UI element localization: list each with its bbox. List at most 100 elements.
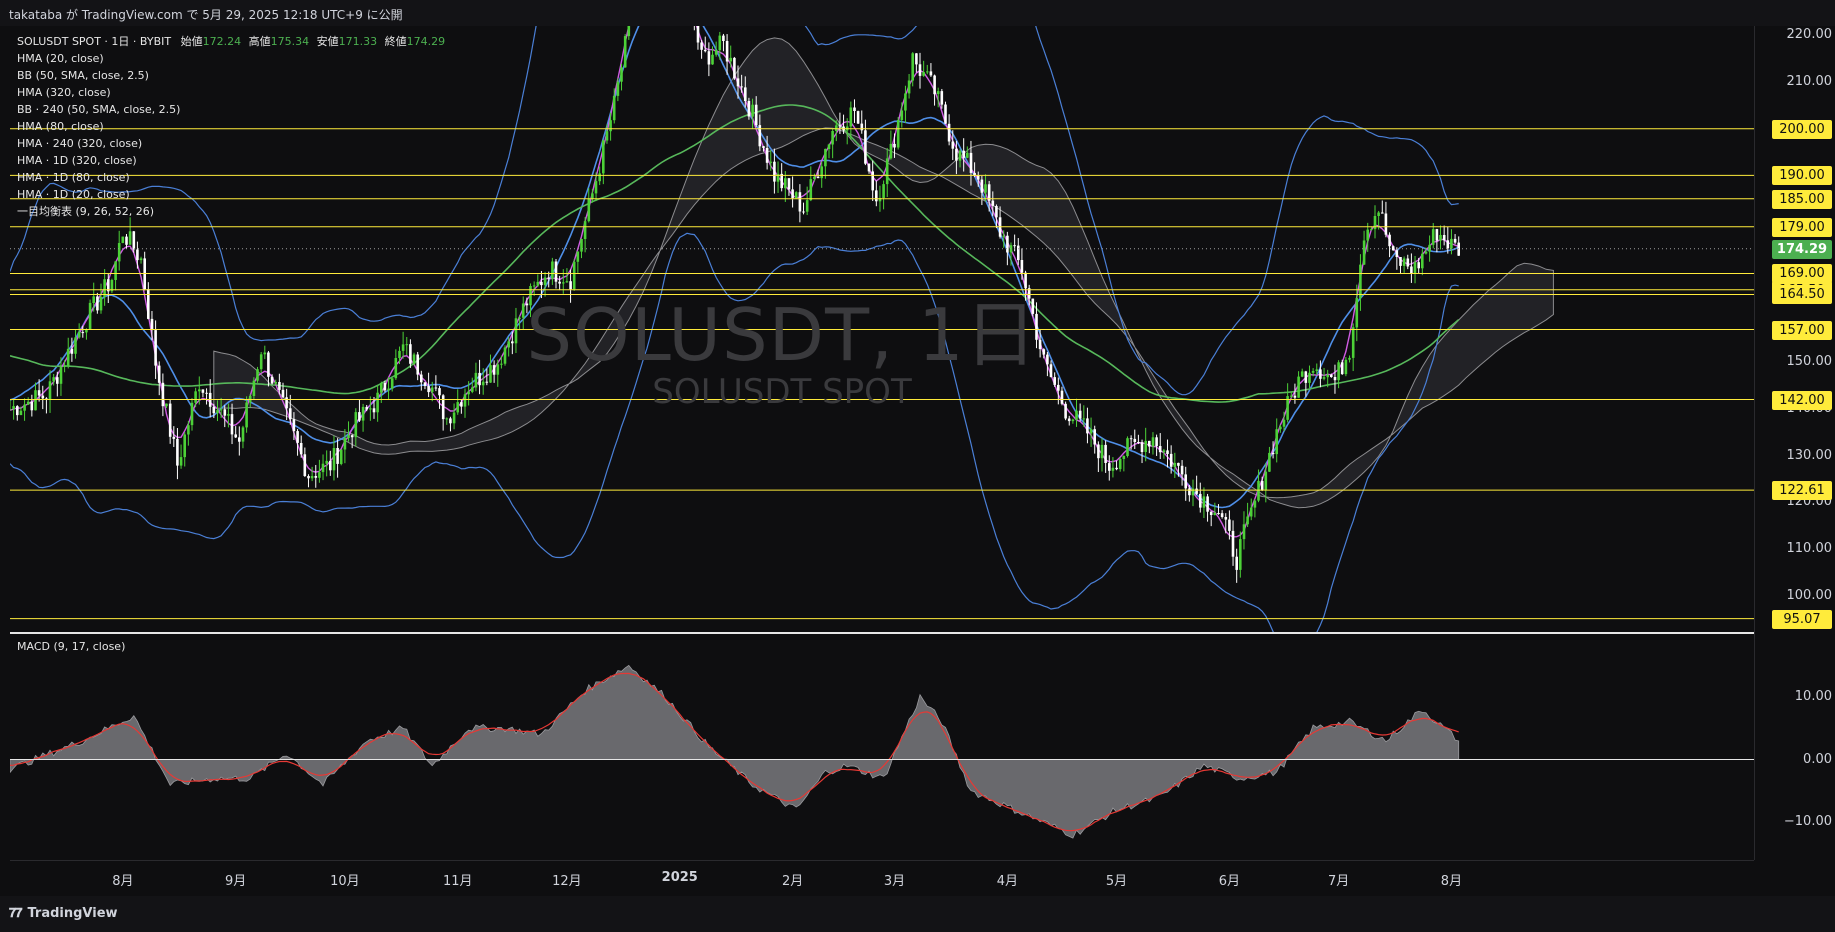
candle-body <box>918 64 922 76</box>
price-tick-label: 150.00 <box>1786 354 1833 370</box>
candle-body <box>591 193 594 199</box>
candle-body <box>1122 456 1126 459</box>
legend-symbol-row[interactable]: SOLUSDT SPOT · 1日 · BYBIT 始値172.24 高値175… <box>17 33 445 50</box>
candle-body <box>1228 519 1231 531</box>
candle-body <box>296 431 299 443</box>
candle-body <box>176 438 179 466</box>
legend-indicator-hma-1d-80[interactable]: HMA · 1D (80, close) <box>17 169 445 186</box>
legend-indicator-hma-1d-320[interactable]: HMA · 1D (320, close) <box>17 152 445 169</box>
brand-name: TradingView <box>27 906 118 921</box>
candle-body <box>1100 444 1104 459</box>
candle-body <box>325 460 328 464</box>
candle-body <box>310 476 314 479</box>
candle-body <box>187 425 190 435</box>
candle-body <box>940 91 944 105</box>
candle-body <box>714 50 718 55</box>
watermark-sub: SOLUSDT SPOT <box>652 372 912 412</box>
candle-body <box>813 176 816 179</box>
candle-body <box>926 71 929 73</box>
legend-indicator-hma80[interactable]: HMA (80, close) <box>17 118 445 135</box>
candle-body <box>602 140 605 174</box>
candle-body <box>452 412 456 424</box>
level-price-tag: 179.00 <box>1772 217 1832 237</box>
candle-body <box>733 57 736 79</box>
time-tick-label: 12月 <box>552 874 582 889</box>
chart-legend[interactable]: SOLUSDT SPOT · 1日 · BYBIT 始値172.24 高値175… <box>17 33 445 220</box>
candle-body <box>1239 539 1242 570</box>
candle-body <box>1417 262 1420 269</box>
candle-body <box>198 389 201 392</box>
macd-legend[interactable]: MACD (9, 17, close) <box>17 640 125 653</box>
candle-body <box>1257 480 1260 501</box>
candle-body <box>966 152 969 158</box>
candle-body <box>951 141 955 149</box>
candle-body <box>754 104 758 126</box>
legend-indicator-hma20[interactable]: HMA (20, close) <box>17 50 445 67</box>
time-tick-label: 10月 <box>330 874 360 889</box>
candle-body <box>1006 235 1009 253</box>
candle-body <box>1442 235 1446 241</box>
candle-body <box>354 412 358 438</box>
macd-signal-line <box>10 672 1459 832</box>
candle-body <box>769 161 773 163</box>
candle-body <box>751 104 754 117</box>
candle-body <box>1213 513 1217 515</box>
candle-body <box>190 402 194 426</box>
legend-indicator-hma-240-320[interactable]: HMA · 240 (320, close) <box>17 135 445 152</box>
candle-body <box>609 120 612 132</box>
price-axis[interactable]: 220.00210.00150.00140.00130.00120.00110.… <box>1754 26 1835 860</box>
candle-body <box>1242 524 1246 540</box>
candle-body <box>791 189 794 199</box>
candle-body <box>703 49 707 52</box>
level-price-tag: 157.00 <box>1772 320 1832 340</box>
legend-indicator-bb[interactable]: BB (50, SMA, close, 2.5) <box>17 67 445 84</box>
candle-body <box>1002 235 1005 237</box>
legend-indicator-bb-240[interactable]: BB · 240 (50, SMA, close, 2.5) <box>17 101 445 118</box>
candle-body <box>958 150 962 161</box>
tradingview-logo[interactable]: 𝟕𝟕 TradingView <box>9 906 118 921</box>
candle-body <box>1402 258 1406 266</box>
watermark-symbol: SOLUSDT, 1日 <box>526 293 1038 377</box>
candle-body <box>1137 442 1140 443</box>
candle-body <box>980 179 984 193</box>
candle-body <box>343 438 347 450</box>
candle-body <box>580 239 583 252</box>
candle-body <box>1115 467 1118 470</box>
candle-body <box>139 258 143 261</box>
publish-header: takataba が TradingView.com で 5月 29, 2025… <box>0 0 1835 26</box>
candle-body <box>128 231 132 245</box>
macd-canvas[interactable] <box>10 634 1754 860</box>
candle-body <box>10 409 12 411</box>
candle-body <box>37 390 41 396</box>
time-tick-label: 6月 <box>1218 874 1241 889</box>
candle-body <box>1453 238 1457 243</box>
legend-indicator-ichimoku[interactable]: 一目均衡表 (9, 26, 52, 26) <box>17 203 445 220</box>
candle-body <box>1362 240 1366 265</box>
candle-body <box>238 437 241 442</box>
candle-body <box>725 41 729 62</box>
candle-body <box>154 330 157 366</box>
candle-body <box>922 72 925 76</box>
candle-body <box>987 184 991 201</box>
candle-body <box>307 476 310 479</box>
macd-pane[interactable]: MACD (9, 17, close) <box>10 634 1754 860</box>
legend-indicator-hma-1d-20[interactable]: HMA · 1D (20, close) <box>17 186 445 203</box>
candle-body <box>329 460 332 471</box>
candle-body <box>944 104 947 124</box>
candle-body <box>1268 452 1271 472</box>
candle-body <box>929 71 933 76</box>
legend-symbol[interactable]: SOLUSDT SPOT · 1日 · BYBIT <box>17 35 171 48</box>
price-chart-pane[interactable]: SOLUSDT, 1日 SOLUSDT SPOT SOLUSDT SPOT · … <box>10 26 1754 633</box>
time-axis[interactable]: 8月 9月 10月 11月 12月 2025 2月 3月 4月 5月 6月 7月 8月 <box>10 860 1754 897</box>
candle-body <box>889 143 893 159</box>
candle-body <box>933 75 936 95</box>
candle-body <box>947 123 951 142</box>
candle-body <box>1151 437 1155 447</box>
candle-body <box>729 57 732 62</box>
legend-indicator-hma320[interactable]: HMA (320, close) <box>17 84 445 101</box>
candle-body <box>77 332 81 338</box>
candle-body <box>696 26 700 43</box>
candle-body <box>125 236 128 245</box>
price-tick-label: 130.00 <box>1786 447 1833 463</box>
candle-body <box>1431 229 1435 245</box>
